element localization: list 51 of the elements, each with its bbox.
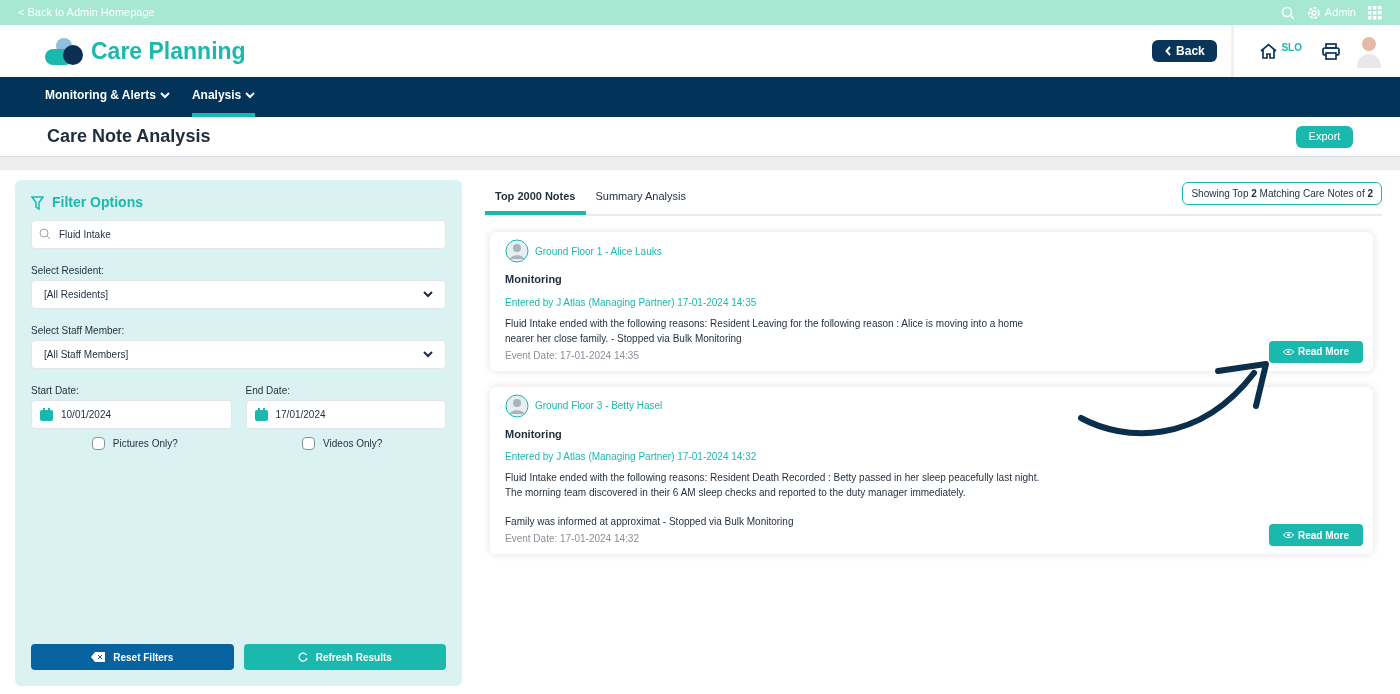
logo-icon (45, 37, 83, 65)
checkbox[interactable] (302, 437, 316, 450)
avatar-silhouette[interactable] (1354, 34, 1384, 68)
avatar-silhouette (505, 239, 529, 263)
event-date: Event Date: 17-01-2024 14:32 (505, 532, 639, 546)
checkbox-label: Pictures Only? (112, 437, 178, 451)
avatar-silhouette (505, 393, 529, 418)
chevron-down-icon (245, 91, 256, 99)
eye-icon (1282, 531, 1294, 539)
chevron-down-icon (159, 91, 170, 99)
filter-title: Filter Options (52, 193, 143, 212)
search-icon (39, 228, 51, 240)
checkbox-label: Videos Only? (323, 437, 383, 451)
filter-icon (31, 195, 44, 210)
tab[interactable]: Top 2000 Notes (485, 181, 586, 215)
chevron-left-icon (1165, 46, 1173, 56)
back-button[interactable]: Back (1152, 40, 1218, 62)
chevron-down-icon (423, 291, 433, 298)
calendar-icon (254, 408, 268, 421)
field-label: End Date: (245, 384, 291, 398)
note-body: Family was informed at approximat - Stopped via Bulk Monitoring (505, 515, 794, 529)
backspace-icon (91, 652, 106, 662)
chevron-down-icon (423, 351, 433, 358)
refresh-icon (297, 652, 308, 662)
note-type: Monitoring (505, 272, 563, 287)
tab[interactable]: Summary Analysis (585, 181, 696, 215)
note-body: Fluid Intake ended with the following reasons: Resident Leaving for the following reason : Alice is moving into a home nearer her close family. - Stopped via Bulk Monitoring (505, 316, 1024, 346)
result-count-badge: Showing Top 2 Matching Care Notes of 2 (1182, 181, 1382, 205)
nav-menu-item[interactable]: Monitoring & Alerts (45, 77, 170, 117)
app-name: Care Planning (91, 36, 246, 66)
nav-menu-item[interactable]: Analysis (191, 77, 256, 117)
print-icon[interactable] (1322, 42, 1340, 60)
page-title: Care Note Analysis (47, 125, 212, 148)
entered-by: Entered by J Atlas (Managing Partner) 17-01-2024 14:35 (505, 295, 758, 310)
note-type: Monitoring (505, 426, 563, 442)
resident-dropdown[interactable]: [All Residents] (31, 280, 446, 309)
reset-filters-button[interactable]: Reset Filters (31, 644, 234, 670)
note-body: Fluid Intake ended with the following reasons: Resident Death Recorded : Betty passed in her sleep peacefully last night. The morning team discovered in their 6 AM sleep checks and reported to the duty manager immediately. (505, 471, 1040, 500)
start-date-field[interactable]: 10/01/2024 (31, 400, 232, 429)
calendar-icon (40, 408, 53, 421)
home-icon[interactable] (1260, 43, 1278, 59)
field-label: Select Staff Member: (31, 324, 126, 338)
checkbox[interactable] (91, 437, 105, 450)
search-field[interactable]: Fluid Intake (31, 220, 446, 249)
event-date: Event Date: 17-01-2024 14:35 (505, 348, 639, 363)
eye-icon (1282, 347, 1294, 356)
staff-dropdown[interactable]: [All Staff Members] (31, 340, 446, 369)
entered-by: Entered by J Atlas (Managing Partner) 17-01-2024 14:32 (505, 450, 758, 464)
field-label: Start Date: (31, 384, 80, 398)
field-label: Select Resident: (31, 264, 105, 278)
end-date-field[interactable]: 17/01/2024 (245, 400, 446, 429)
